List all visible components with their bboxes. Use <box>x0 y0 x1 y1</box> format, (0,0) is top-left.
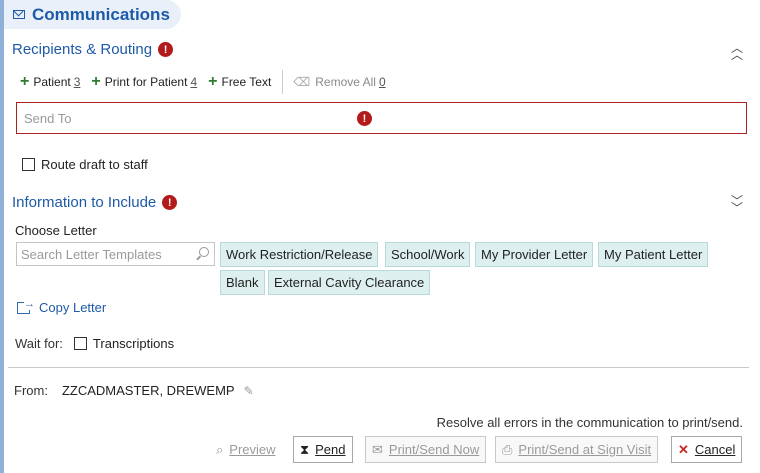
divider <box>8 367 749 368</box>
route-draft-checkbox[interactable] <box>22 158 35 171</box>
from-row: From: ZZCADMASTER, DREWEMP ✎ <box>14 383 254 398</box>
print-send-sign-visit-button[interactable]: ⎙ Print/Send at Sign Visit <box>495 436 659 463</box>
print-for-patient-count: 4 <box>190 75 198 89</box>
add-patient-button[interactable]: + Patient 3 <box>20 73 81 90</box>
hourglass-icon: ⧗ <box>300 441 310 457</box>
letter-search-input[interactable]: Search Letter Templates <box>16 242 215 266</box>
free-text-button[interactable]: + Free Text <box>208 73 271 90</box>
route-draft-label: Route draft to staff <box>41 157 148 172</box>
wait-for-row: Wait for: Transcriptions <box>15 336 174 351</box>
cancel-button[interactable]: ✕ Cancel <box>671 436 743 463</box>
search-icon <box>199 247 209 257</box>
envelope-icon <box>13 10 25 19</box>
error-icon: ! <box>357 111 372 126</box>
print-sign-icon: ⎙ <box>502 441 513 457</box>
send-to-placeholder: Send To <box>24 110 72 126</box>
recipients-title-text: Recipients & Routing <box>12 41 153 58</box>
error-icon: ! <box>162 195 178 210</box>
recipients-toolbar: + Patient 3 + Print for Patient 4 + Free… <box>20 70 397 94</box>
search-placeholder: Search Letter Templates <box>21 246 162 262</box>
communications-header: Communications <box>4 0 181 29</box>
send-to-field[interactable]: Send To ! <box>16 102 747 134</box>
print-for-patient-button[interactable]: + Print for Patient 4 <box>91 73 198 90</box>
print-send-icon: ✉ <box>372 441 383 457</box>
left-accent-bar <box>0 0 4 473</box>
remove-all-count: 0 <box>378 75 386 89</box>
letter-chip[interactable]: My Patient Letter <box>598 242 709 267</box>
page-title: Communications <box>32 4 170 24</box>
transcriptions-checkbox[interactable] <box>73 337 87 350</box>
information-section-title: Information to Include ! <box>12 194 178 211</box>
plus-icon: + <box>20 73 30 90</box>
patient-count: 3 <box>73 75 81 89</box>
transcriptions-label: Transcriptions <box>92 336 175 351</box>
eraser-icon: ⌫ <box>293 75 311 89</box>
information-title-text: Information to Include <box>12 194 157 211</box>
choose-letter-label: Choose Letter <box>15 223 97 238</box>
print-send-now-button[interactable]: ✉ Print/Send Now <box>365 436 487 463</box>
expand-chevron-icon[interactable]: ﹀ ﹀ <box>731 195 743 214</box>
letter-chip[interactable]: External Cavity Clearance <box>268 270 431 295</box>
plus-icon: + <box>91 73 101 90</box>
edit-pencil-icon[interactable]: ✎ <box>244 384 254 398</box>
copy-letter-icon <box>17 297 35 314</box>
close-icon: ✕ <box>678 441 689 457</box>
letter-chip[interactable]: Blank <box>220 270 265 295</box>
error-icon: ! <box>158 42 174 57</box>
letter-chip[interactable]: School/Work <box>385 242 471 267</box>
letter-chip[interactable]: Work Restriction/Release <box>220 242 379 267</box>
recipients-section-title: Recipients & Routing ! <box>12 41 174 58</box>
plus-icon: + <box>208 73 218 90</box>
letter-chip[interactable]: My Provider Letter <box>475 242 594 267</box>
preview-icon: ⌕ <box>216 441 224 457</box>
route-draft-checkbox-row[interactable]: Route draft to staff <box>22 157 148 172</box>
remove-all-button[interactable]: ⌫ Remove All 0 <box>293 75 385 89</box>
toolbar-divider <box>282 70 284 94</box>
pend-button[interactable]: ⧗ Pend <box>293 436 353 463</box>
copy-letter-link[interactable]: Copy Letter <box>17 297 106 315</box>
wait-for-label: Wait for: <box>15 336 63 351</box>
from-label: From: <box>14 383 48 398</box>
resolve-errors-message: Resolve all errors in the communication … <box>436 415 743 430</box>
from-value: ZZCADMASTER, DREWEMP <box>61 383 235 398</box>
collapse-chevron-icon[interactable]: ︿ ︿ <box>731 42 743 61</box>
preview-button[interactable]: ⌕ Preview <box>210 436 282 463</box>
